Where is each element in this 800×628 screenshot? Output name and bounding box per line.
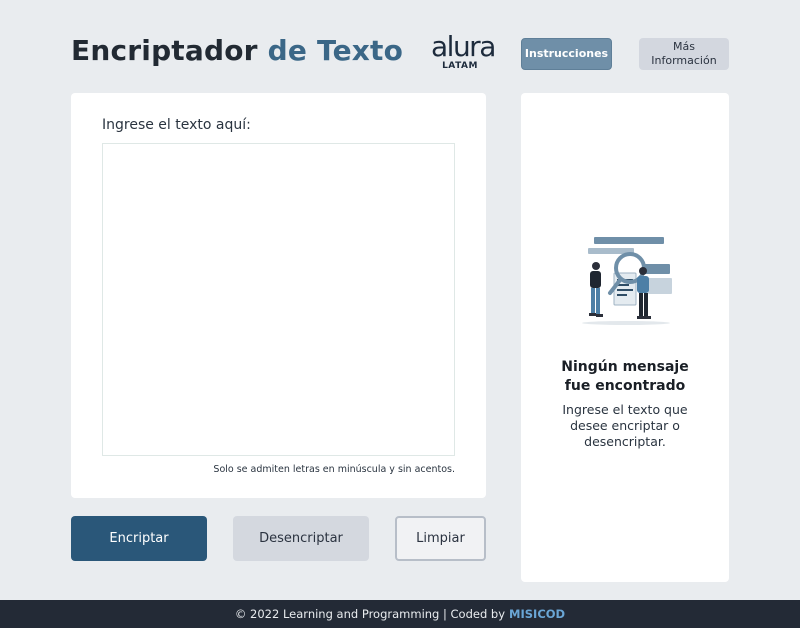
people-search-illustration [582, 237, 672, 325]
input-hint: Solo se admiten letras en minúscula y si… [213, 464, 455, 475]
footer-brand-link[interactable]: MISICOD [509, 607, 565, 621]
alura-logo[interactable]: alura LATAM [431, 30, 496, 72]
input-label: Ingrese el texto aquí: [102, 117, 251, 133]
text-input[interactable] [102, 143, 455, 456]
more-info-button[interactable]: Más Información [639, 38, 729, 70]
empty-message-title: Ningún mensaje fue encontrado [561, 359, 689, 394]
decrypt-button[interactable]: Desencriptar [233, 516, 369, 561]
output-panel: Ningún mensaje fue encontrado Ingrese el… [521, 93, 729, 582]
encrypt-button[interactable]: Encriptar [71, 516, 207, 561]
footer-text: © 2022 Learning and Programming | Coded … [234, 607, 506, 621]
clear-button[interactable]: Limpiar [395, 516, 486, 561]
page-title: Encriptador de Texto [71, 34, 403, 67]
input-panel: Ingrese el texto aquí: Solo se admiten l… [71, 93, 486, 498]
footer: © 2022 Learning and Programming | Coded … [0, 600, 800, 628]
logo-word: alura [431, 30, 496, 63]
title-accent: de Texto [267, 34, 404, 67]
title-main: Encriptador [71, 34, 258, 67]
instructions-button[interactable]: Instrucciones [521, 38, 612, 70]
empty-message-body: Ingrese el texto que desee encriptar o d… [562, 402, 688, 449]
